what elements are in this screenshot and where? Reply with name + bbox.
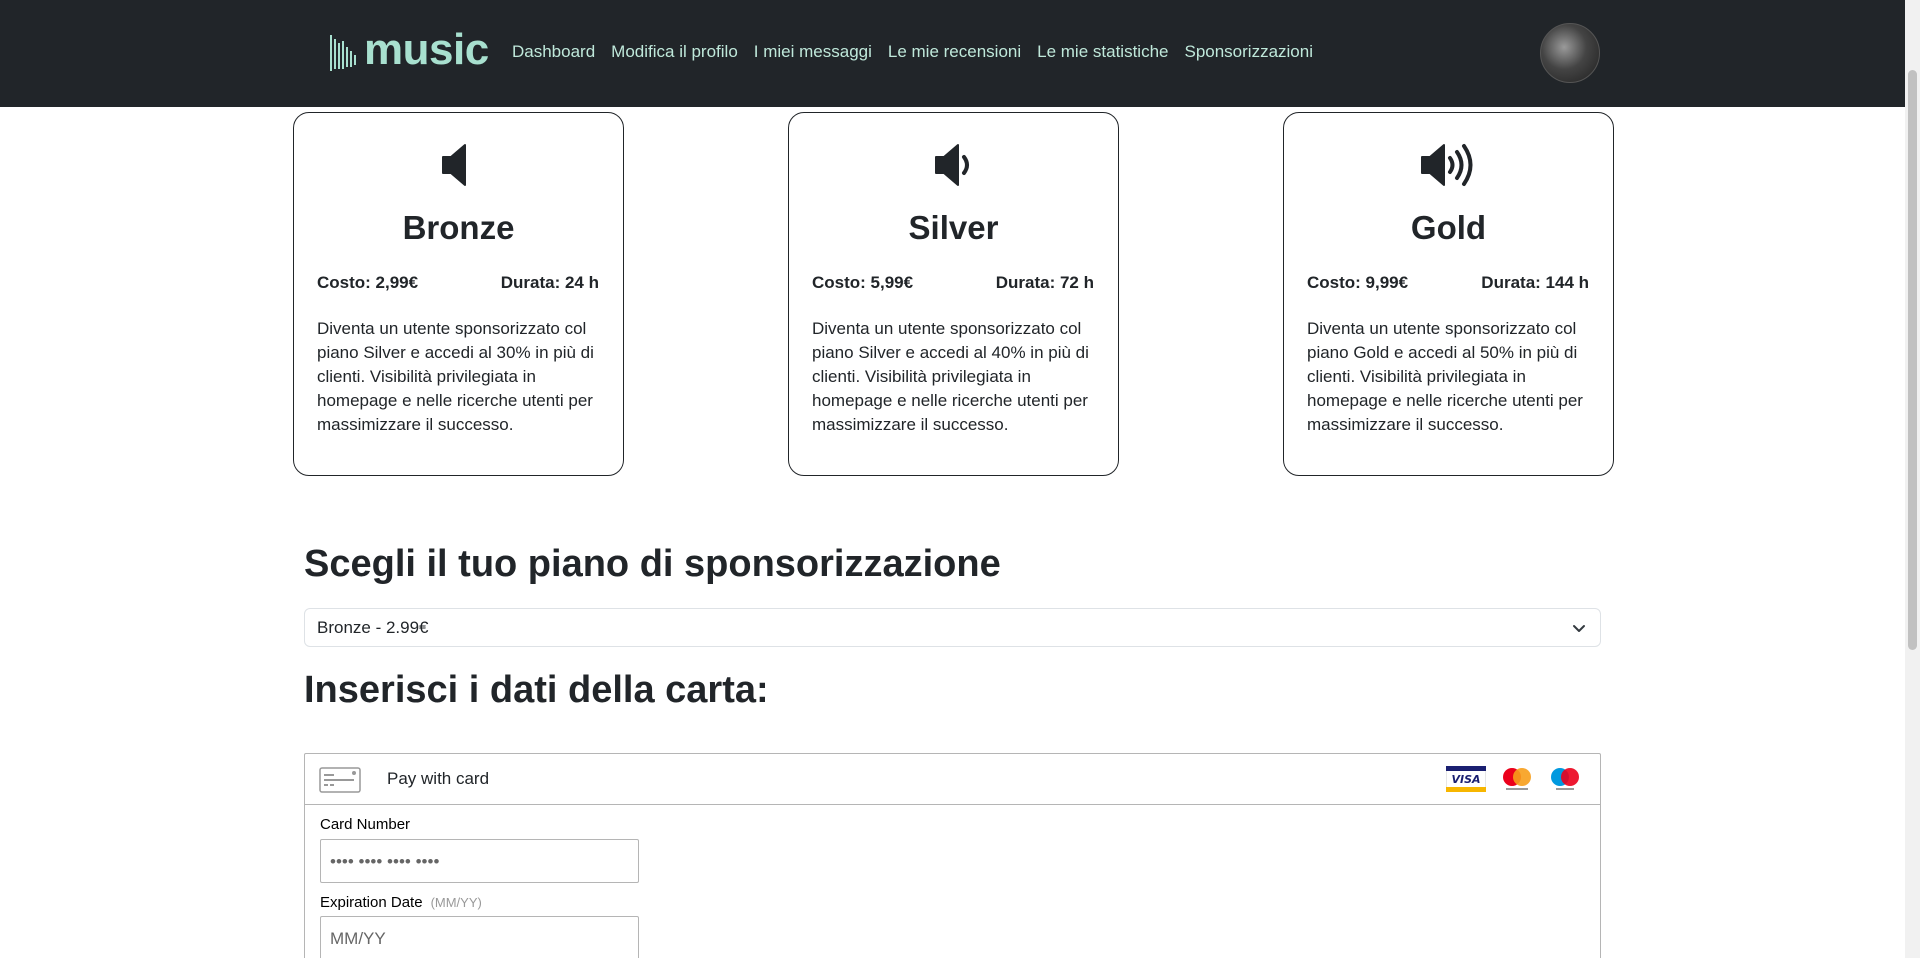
brand-name: music: [364, 25, 489, 74]
plan-card-gold: Gold Costo: 9,99€ Durata: 144 h Diventa …: [1283, 112, 1614, 476]
nav-link-sponsorships[interactable]: Sponsorizzazioni: [1184, 42, 1313, 62]
nav-link-messages[interactable]: I miei messaggi: [754, 42, 872, 62]
card-payment-form: Pay with card VISA Card Number •••• ••••…: [304, 753, 1601, 958]
expiration-hint: (MM/YY): [430, 895, 482, 910]
plan-duration: Durata: 144 h: [1481, 273, 1589, 292]
plan-select-value: Bronze - 2.99€: [317, 618, 429, 637]
soundwave-logo-icon: [330, 35, 356, 71]
main-nav: Dashboard Modifica il profilo I miei mes…: [512, 42, 1313, 62]
plan-section-heading: Scegli il tuo piano di sponsorizzazione: [304, 543, 1001, 585]
card-number-label: Card Number: [320, 816, 411, 833]
plan-description: Diventa un utente sponsorizzato col pian…: [317, 319, 594, 434]
page-scrollbar[interactable]: [1905, 0, 1920, 958]
plan-cost: Costo: 5,99€: [812, 273, 914, 292]
plan-select[interactable]: Bronze - 2.99€: [304, 608, 1601, 647]
scrollbar-thumb[interactable]: [1908, 70, 1917, 650]
top-navbar: music Dashboard Modifica il profilo I mi…: [0, 0, 1905, 107]
card-brands: VISA: [1446, 766, 1582, 792]
card-number-field[interactable]: •••• •••• •••• ••••: [320, 839, 639, 883]
plan-description: Diventa un utente sponsorizzato col pian…: [1307, 319, 1583, 434]
expiration-placeholder: MM/YY: [330, 929, 386, 948]
plan-description: Diventa un utente sponsorizzato col pian…: [812, 319, 1089, 434]
nav-link-edit-profile[interactable]: Modifica il profilo: [611, 42, 738, 62]
plan-cost: Costo: 9,99€: [1307, 273, 1409, 292]
plan-title: Gold: [1410, 209, 1487, 246]
volume-low-icon: [934, 144, 969, 186]
card-number-placeholder: •••• •••• •••• ••••: [330, 852, 440, 871]
expiration-label-text: Expiration Date: [320, 894, 423, 911]
card-section-heading: Inserisci i dati della carta:: [304, 669, 769, 711]
payment-title: Pay with card: [387, 769, 490, 788]
plan-title: Silver: [908, 209, 999, 246]
nav-link-reviews[interactable]: Le mie recensioni: [888, 42, 1021, 62]
plan-duration: Durata: 24 h: [500, 273, 599, 292]
plan-cost: Costo: 2,99€: [317, 273, 419, 292]
chevron-down-icon: [1573, 625, 1585, 632]
plan-card-silver: Silver Costo: 5,99€ Durata: 72 h Diventa…: [788, 112, 1119, 476]
plan-duration: Durata: 72 h: [995, 273, 1094, 292]
volume-high-icon: [1420, 144, 1472, 186]
plan-title: Bronze: [402, 209, 515, 246]
expiration-date-label: Expiration Date (MM/YY): [320, 894, 482, 911]
visa-icon: VISA: [1446, 766, 1486, 792]
nav-link-dashboard[interactable]: Dashboard: [512, 42, 595, 62]
nav-link-statistics[interactable]: Le mie statistiche: [1037, 42, 1168, 62]
svg-text:VISA: VISA: [1451, 773, 1480, 786]
expiration-date-field[interactable]: MM/YY: [320, 916, 639, 958]
volume-off-icon: [441, 144, 466, 186]
plan-card-bronze: Bronze Costo: 2,99€ Durata: 24 h Diventa…: [293, 112, 624, 476]
user-avatar[interactable]: [1540, 23, 1600, 83]
brand-logo[interactable]: music: [330, 28, 489, 74]
maestro-icon: [1551, 768, 1579, 790]
payment-header: Pay with card VISA: [305, 754, 1600, 805]
mastercard-icon: [1503, 768, 1531, 790]
credit-card-icon: [319, 767, 361, 793]
